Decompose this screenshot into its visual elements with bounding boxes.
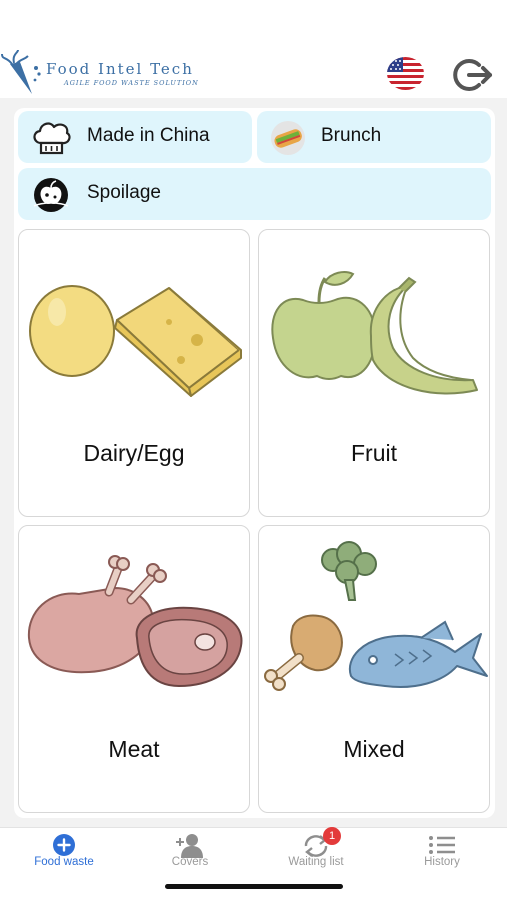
chip-label: Spoilage: [87, 182, 161, 203]
tab-label: Food waste: [34, 856, 94, 868]
category-label: Mixed: [343, 736, 405, 762]
logout-icon[interactable]: [452, 57, 496, 93]
mixed-food-icon: [264, 541, 488, 691]
logo-subtitle: AGILE FOOD WASTE SOLUTION: [64, 79, 199, 87]
tab-label: Waiting list: [288, 856, 344, 868]
tab-covers[interactable]: Covers: [127, 828, 253, 878]
category-dairy-egg[interactable]: Dairy/Egg: [18, 229, 250, 517]
category-fruit[interactable]: Fruit: [258, 229, 490, 517]
us-flag-icon[interactable]: [387, 57, 424, 90]
tab-food-waste[interactable]: Food waste: [1, 828, 127, 878]
chip-spoilage[interactable]: Spoilage: [18, 168, 491, 220]
chicken-steak-icon: [27, 555, 243, 688]
sandwich-icon: [271, 121, 305, 155]
carrot-logo-icon: [1, 50, 41, 94]
list-icon: [429, 836, 455, 854]
home-indicator: [165, 884, 343, 889]
add-user-icon: [176, 834, 203, 858]
category-label: Meat: [108, 736, 160, 762]
tab-label: Covers: [171, 856, 209, 868]
logo-title: Food Intel Tech: [46, 60, 194, 78]
chef-hat-icon: [33, 122, 71, 155]
category-label: Dairy/Egg: [83, 440, 185, 466]
app-header: Food Intel Tech AGILE FOOD WASTE SOLUTIO…: [0, 0, 507, 98]
waiting-list-badge: 1: [323, 827, 341, 845]
bottom-tab-bar: Food waste Covers 1 Waiting list History: [0, 827, 507, 900]
chip-made-in-china[interactable]: Made in China: [18, 111, 252, 163]
tab-history[interactable]: History: [379, 828, 505, 878]
category-mixed[interactable]: Mixed: [258, 525, 490, 813]
app-logo: Food Intel Tech AGILE FOOD WASTE SOLUTIO…: [0, 50, 205, 96]
main-content: Made in China Brunch Spoilage Dairy/Egg …: [14, 108, 495, 818]
egg-cheese-icon: [29, 285, 242, 397]
chip-label: Brunch: [321, 125, 382, 146]
apple-banana-icon: [271, 271, 478, 395]
chip-brunch[interactable]: Brunch: [257, 111, 491, 163]
tab-label: History: [424, 856, 460, 868]
category-meat[interactable]: Meat: [18, 525, 250, 813]
chip-label: Made in China: [87, 125, 210, 146]
tab-waiting-list[interactable]: 1 Waiting list: [253, 827, 379, 878]
rotten-apple-icon: [33, 178, 69, 212]
plus-circle-icon: [53, 834, 75, 856]
category-label: Fruit: [351, 440, 397, 466]
